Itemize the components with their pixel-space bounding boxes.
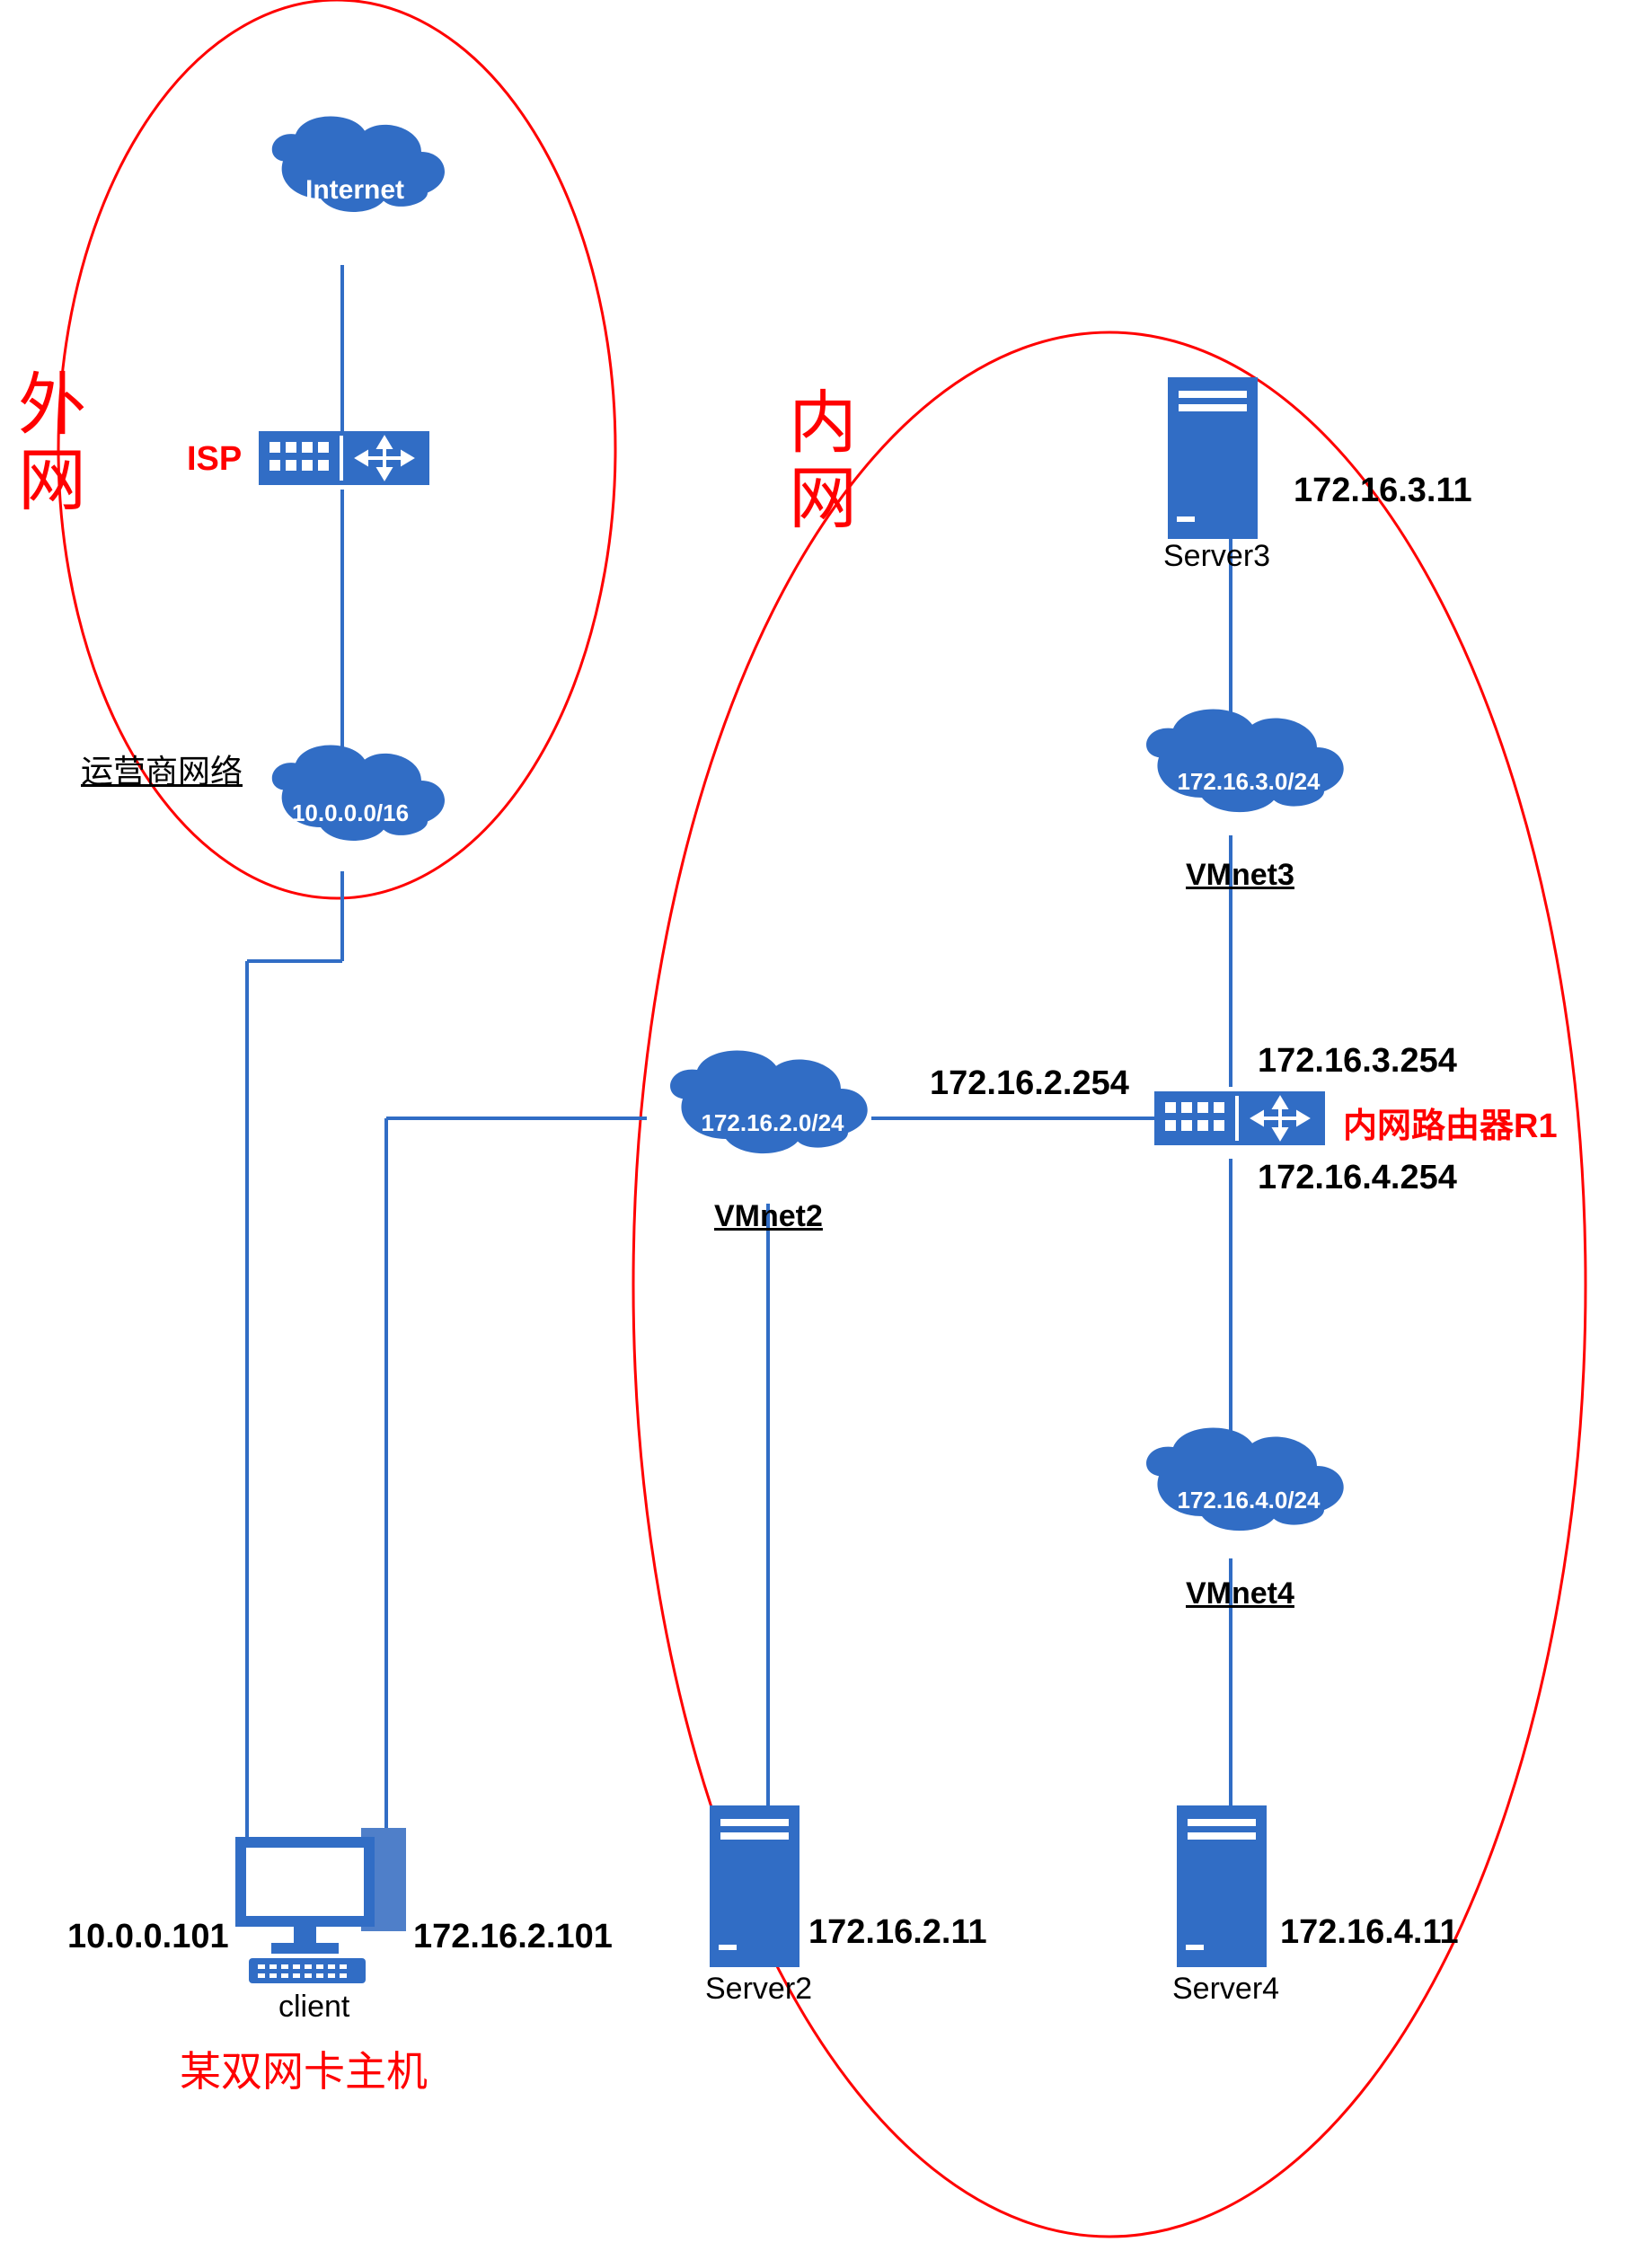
r1-name-text: 内网路由器R1 bbox=[1343, 1108, 1558, 1145]
vmnet4-cloud-ip-text: 172.16.4.0/24 bbox=[1177, 1487, 1320, 1514]
client-left-ip-text: 10.0.0.101 bbox=[67, 1918, 229, 1955]
wan-title-text: 外 网 bbox=[18, 367, 86, 519]
r1-left-ip-label: 172.16.2.254 bbox=[930, 1064, 1129, 1103]
vmnet4-name-text: VMnet4 bbox=[1186, 1576, 1294, 1611]
vmnet2-cloud-icon bbox=[670, 1050, 868, 1153]
server3-ip-label: 172.16.3.11 bbox=[1294, 472, 1472, 510]
client-desc-text: 某双网卡主机 bbox=[180, 2048, 428, 2095]
vmnet2-name-label: VMnet2 bbox=[714, 1199, 823, 1234]
server4-ip-label: 172.16.4.11 bbox=[1280, 1913, 1459, 1952]
lan-title-text: 内 网 bbox=[789, 385, 857, 537]
server3-name-label: Server3 bbox=[1163, 539, 1270, 574]
vmnet3-cloud-ip-text: 172.16.3.0/24 bbox=[1177, 768, 1320, 795]
server3-name-text: Server3 bbox=[1163, 539, 1270, 573]
vmnet3-cloud-icon bbox=[1146, 709, 1344, 812]
carrier-cloud-ip-text: 10.0.0.0/16 bbox=[292, 799, 409, 826]
vmnet2-cloud-ip-text: 172.16.2.0/24 bbox=[701, 1109, 844, 1136]
carrier-network-label: 运营商网络 bbox=[81, 746, 243, 792]
wan-zone-label: 外 网 bbox=[18, 368, 86, 518]
client-icon bbox=[235, 1828, 406, 1983]
r1-name-label: 内网路由器R1 bbox=[1343, 1098, 1558, 1147]
r1-top-ip-text: 172.16.3.254 bbox=[1258, 1042, 1457, 1080]
client-desc-label: 某双网卡主机 bbox=[180, 2039, 428, 2098]
vmnet3-name-label: VMnet3 bbox=[1186, 858, 1294, 893]
server2-ip-text: 172.16.2.11 bbox=[808, 1913, 987, 1951]
carrier-network-text: 运营商网络 bbox=[81, 753, 243, 790]
server2-ip-label: 172.16.2.11 bbox=[808, 1913, 987, 1952]
internet-cloud-text: Internet bbox=[305, 175, 404, 205]
server4-icon bbox=[1177, 1805, 1267, 1967]
client-right-ip-text: 172.16.2.101 bbox=[413, 1918, 613, 1955]
isp-label: ISP bbox=[187, 440, 242, 479]
r1-router-icon bbox=[1154, 1091, 1325, 1145]
server3-ip-text: 172.16.3.11 bbox=[1294, 472, 1472, 509]
server2-name-label: Server2 bbox=[705, 1972, 812, 2007]
carrier-cloud-ip-label: 10.0.0.0/16 bbox=[278, 799, 422, 827]
network-topology-diagram: 外 网 内 网 Internet ISP 运营商网络 10.0.0.0/16 1… bbox=[0, 0, 1652, 2242]
vmnet4-cloud-ip-label: 172.16.4.0/24 bbox=[1159, 1487, 1338, 1514]
vmnet4-cloud-icon bbox=[1146, 1427, 1344, 1531]
vmnet2-name-text: VMnet2 bbox=[714, 1199, 823, 1233]
r1-top-ip-label: 172.16.3.254 bbox=[1258, 1042, 1457, 1081]
server4-ip-text: 172.16.4.11 bbox=[1280, 1913, 1459, 1951]
server3-icon bbox=[1168, 377, 1258, 539]
server4-name-label: Server4 bbox=[1172, 1972, 1279, 2007]
client-name-text: client bbox=[278, 1990, 349, 2024]
r1-bottom-ip-text: 172.16.4.254 bbox=[1258, 1159, 1457, 1196]
client-right-ip-label: 172.16.2.101 bbox=[413, 1918, 613, 1956]
server2-name-text: Server2 bbox=[705, 1972, 812, 2006]
server4-name-text: Server4 bbox=[1172, 1972, 1279, 2006]
isp-router-icon bbox=[259, 431, 429, 485]
r1-left-ip-text: 172.16.2.254 bbox=[930, 1064, 1129, 1102]
vmnet4-name-label: VMnet4 bbox=[1186, 1576, 1294, 1611]
server2-icon bbox=[710, 1805, 799, 1967]
isp-text: ISP bbox=[187, 440, 242, 478]
client-name-label: client bbox=[278, 1990, 349, 2025]
vmnet3-cloud-ip-label: 172.16.3.0/24 bbox=[1159, 768, 1338, 796]
lan-zone-label: 内 网 bbox=[789, 386, 857, 536]
vmnet3-name-text: VMnet3 bbox=[1186, 858, 1294, 892]
vmnet2-cloud-ip-label: 172.16.2.0/24 bbox=[683, 1109, 862, 1137]
r1-bottom-ip-label: 172.16.4.254 bbox=[1258, 1159, 1457, 1197]
client-left-ip-label: 10.0.0.101 bbox=[67, 1918, 229, 1956]
internet-cloud-label: Internet bbox=[287, 175, 422, 206]
